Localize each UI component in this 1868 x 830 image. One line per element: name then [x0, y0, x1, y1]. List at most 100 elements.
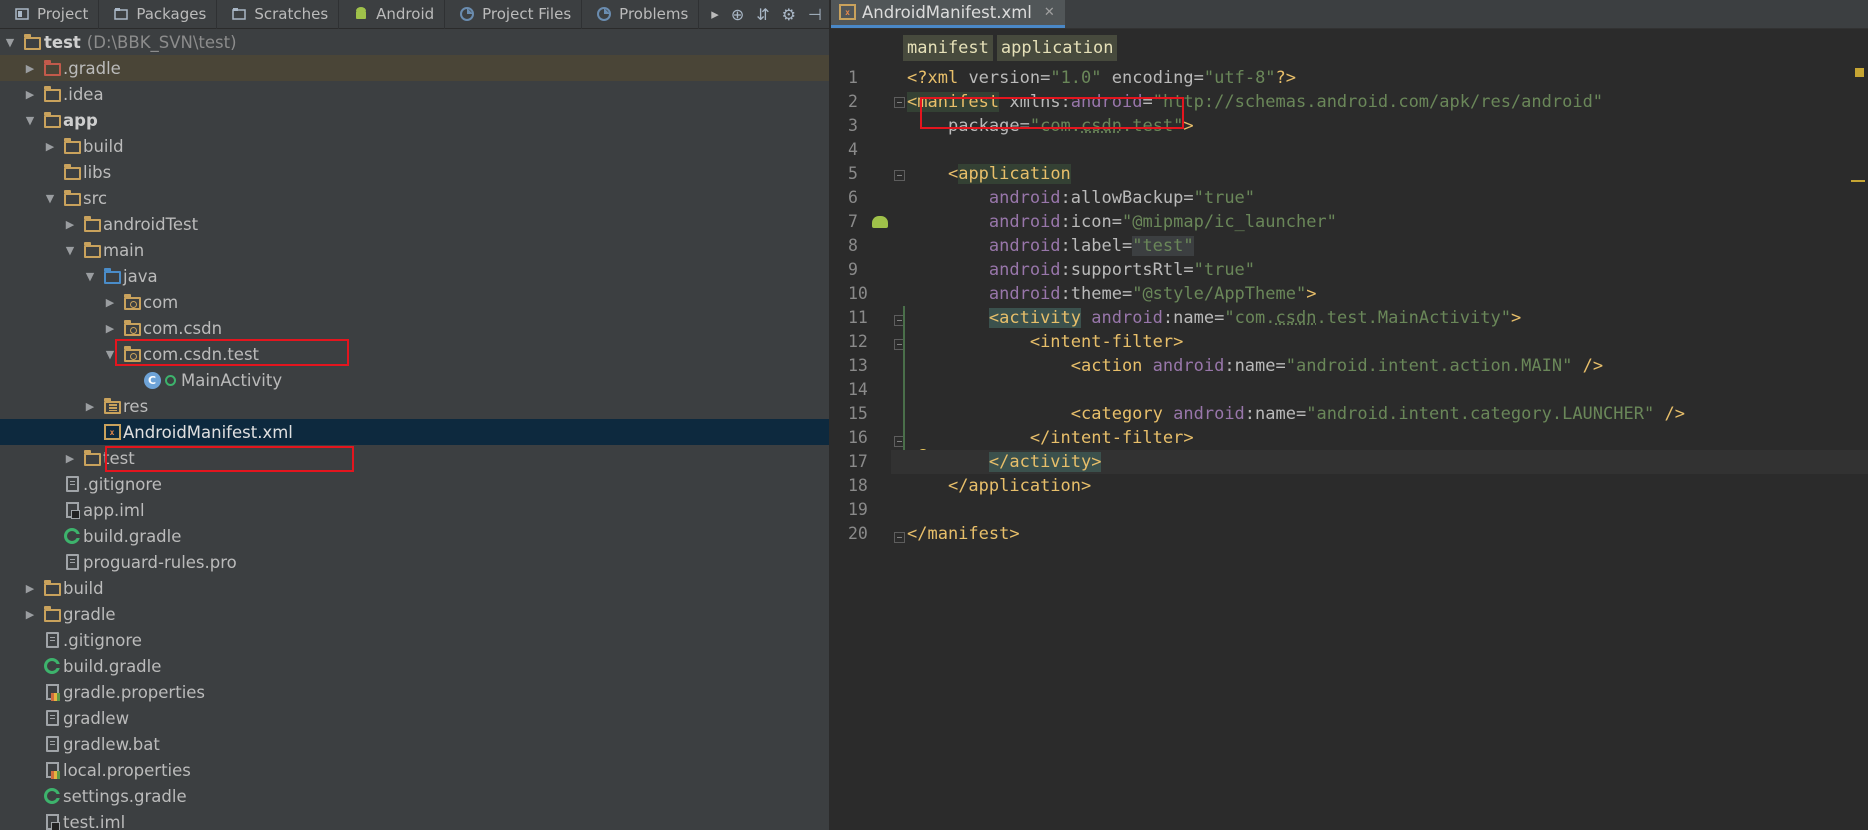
android-icon: [872, 216, 888, 228]
collapsed-arrow-icon[interactable]: ▶: [103, 321, 117, 335]
tree-item-build[interactable]: ▶ build: [0, 575, 830, 601]
tree-item-idea[interactable]: ▶ .idea: [0, 81, 830, 107]
expanded-arrow-icon[interactable]: ▼: [103, 347, 117, 361]
collapsed-arrow-icon[interactable]: ▶: [83, 399, 97, 413]
folder-icon: [63, 163, 81, 181]
tab-project[interactable]: Project: [0, 0, 100, 29]
collapse-icon[interactable]: ⇵: [756, 5, 769, 24]
collapsed-arrow-icon[interactable]: ▶: [23, 87, 37, 101]
tree-item-main[interactable]: ▼ main: [0, 237, 830, 263]
code-line: </application>: [907, 474, 1868, 498]
tree-item-com[interactable]: ▶ com: [0, 289, 830, 315]
code-token: </application>: [947, 476, 1092, 496]
expanded-arrow-icon[interactable]: ▼: [3, 35, 17, 49]
collapsed-arrow-icon[interactable]: ▶: [23, 607, 37, 621]
tree-item-label: build.gradle: [83, 526, 182, 546]
tree-item-test-iml[interactable]: test.iml: [0, 809, 830, 830]
collapsed-arrow-icon[interactable]: ▶: [103, 295, 117, 309]
line-number-gutter: 1 2 3 4 5 6 7 8 9 10 11 12 13 14 15 16 1…: [831, 66, 891, 546]
code-token: :label=: [1060, 236, 1133, 256]
tab-androidmanifest[interactable]: x AndroidManifest.xml ✕: [831, 0, 1065, 28]
code-token: "true": [1193, 260, 1256, 280]
tab-scratches[interactable]: Scratches: [217, 0, 340, 29]
tree-item-gradlew[interactable]: gradlew: [0, 705, 830, 731]
tree-item-app-build-gradle[interactable]: build.gradle: [0, 523, 830, 549]
code-token: </activity>: [988, 452, 1102, 472]
tree-item-test-root[interactable]: ▼ test (D:\BBK_SVN\test): [0, 29, 830, 55]
code-line: android:supportsRtl="true": [907, 258, 1868, 282]
expanded-arrow-icon[interactable]: ▼: [43, 191, 57, 205]
expanded-arrow-icon[interactable]: ▼: [63, 243, 77, 257]
more-tabs-arrow-icon[interactable]: ▸: [699, 0, 731, 29]
collapsed-arrow-icon[interactable]: ▶: [23, 581, 37, 595]
tree-item-gitignore[interactable]: .gitignore: [0, 627, 830, 653]
collapsed-arrow-icon[interactable]: ▶: [43, 139, 57, 153]
code-token: "@mipmap/ic_launcher": [1121, 212, 1337, 232]
code-token: android: [988, 212, 1061, 232]
tree-item-res[interactable]: ▶ res: [0, 393, 830, 419]
tab-problems[interactable]: Problems: [582, 0, 700, 29]
tree-item-src[interactable]: ▼ src: [0, 185, 830, 211]
tab-android[interactable]: Android: [339, 0, 446, 29]
line-number: 19: [848, 500, 868, 519]
tree-item-androidmanifest[interactable]: x AndroidManifest.xml: [0, 419, 830, 445]
collapsed-arrow-icon[interactable]: ▶: [23, 61, 37, 75]
tree-item-com-csdn[interactable]: ▶ com.csdn: [0, 315, 830, 341]
tree-item-build-gradle[interactable]: build.gradle: [0, 653, 830, 679]
tree-item-com-csdn-test[interactable]: ▼ com.csdn.test: [0, 341, 830, 367]
expanded-arrow-icon[interactable]: ▼: [83, 269, 97, 283]
tree-item-androidtest[interactable]: ▶ androidTest: [0, 211, 830, 237]
folder-icon: [83, 241, 101, 259]
fold-marker-icon[interactable]: [894, 532, 905, 543]
tree-item-label: androidTest: [103, 214, 199, 234]
warning-marker-icon[interactable]: [1855, 68, 1864, 77]
expanded-arrow-icon[interactable]: ▼: [23, 113, 37, 127]
tree-item-app[interactable]: ▼ app: [0, 107, 830, 133]
tree-item-app-gitignore[interactable]: .gitignore: [0, 471, 830, 497]
tree-item-gradle-properties[interactable]: gradle.properties: [0, 679, 830, 705]
code-token: encoding=: [1111, 68, 1204, 88]
tree-item-java[interactable]: ▼ java: [0, 263, 830, 289]
tree-item-label: test: [44, 32, 81, 52]
tree-item-mainactivity[interactable]: C MainActivity: [0, 367, 830, 393]
code-token: >: [1510, 308, 1522, 328]
error-stripe-marker[interactable]: [1851, 180, 1865, 182]
line-number: 4: [848, 140, 858, 159]
code-token: "com.csdn.test.MainActivity": [1224, 308, 1511, 328]
tree-item-label: gradle: [63, 604, 116, 624]
tree-item-proguard[interactable]: proguard-rules.pro: [0, 549, 830, 575]
tree-item-app-build[interactable]: ▶ build: [0, 133, 830, 159]
tab-packages[interactable]: Packages: [99, 0, 218, 29]
tree-item-label: settings.gradle: [63, 786, 187, 806]
locate-icon[interactable]: ⊕: [731, 5, 744, 24]
tree-item-local-properties[interactable]: local.properties: [0, 757, 830, 783]
tree-item-gradle[interactable]: ▶ gradle: [0, 601, 830, 627]
collapsed-arrow-icon[interactable]: ▶: [63, 451, 77, 465]
fold-marker-icon[interactable]: [894, 97, 905, 108]
breadcrumb-application[interactable]: application: [996, 35, 1118, 61]
code-token: "android.intent.category.LAUNCHER": [1306, 404, 1655, 424]
tree-item-libs[interactable]: libs: [0, 159, 830, 185]
close-icon[interactable]: ✕: [1044, 5, 1055, 20]
code-token: android: [988, 260, 1061, 280]
code-editor[interactable]: <?xml version="1.0" encoding="utf-8"?> <…: [891, 66, 1868, 546]
code-line: <application: [907, 162, 1868, 186]
editor-area: x AndroidManifest.xml ✕ manifest applica…: [831, 0, 1868, 830]
tree-item-src-test[interactable]: ▶ test: [0, 445, 830, 471]
collapsed-arrow-icon[interactable]: ▶: [63, 217, 77, 231]
tree-item-app-iml[interactable]: app.iml: [0, 497, 830, 523]
tree-item-gradlew-bat[interactable]: gradlew.bat: [0, 731, 830, 757]
hide-panel-icon[interactable]: ⊣: [808, 5, 822, 24]
gear-icon[interactable]: ⚙: [782, 5, 796, 24]
fold-marker-icon[interactable]: [894, 170, 905, 181]
tab-project-files[interactable]: Project Files: [445, 0, 583, 29]
tree-item-settings-gradle[interactable]: settings.gradle: [0, 783, 830, 809]
line-number: 14: [848, 380, 868, 399]
code-token: >: [1306, 284, 1317, 304]
gradle-icon: [43, 657, 61, 675]
breadcrumb-manifest[interactable]: manifest: [903, 35, 993, 61]
tree-item-gradle-hidden[interactable]: ▶ .gradle: [0, 55, 830, 81]
xml-file-icon: x: [839, 4, 856, 20]
